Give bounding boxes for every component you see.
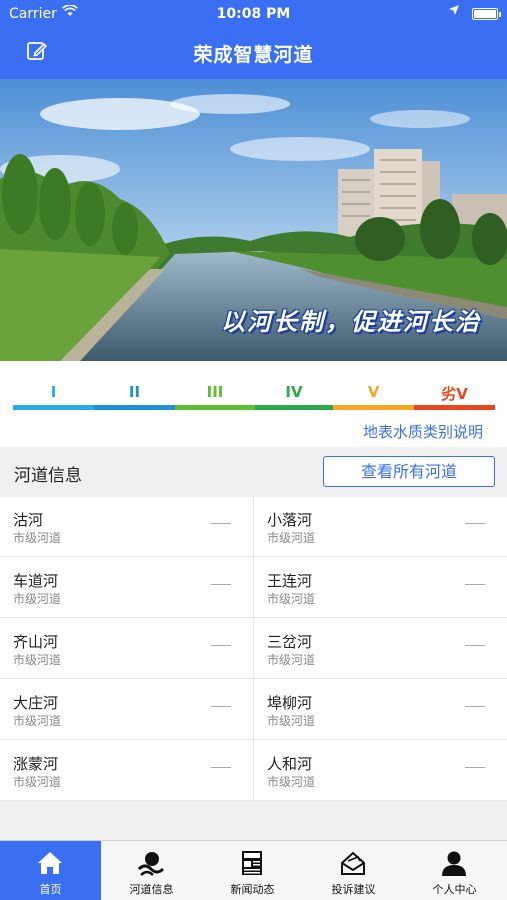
river-name: 小落河 [267, 511, 313, 529]
banner-image[interactable]: 以河长制，促进河长治 [0, 79, 507, 361]
tab-complaint[interactable]: 投诉建议 [303, 841, 404, 900]
river-name: 大庄河 [13, 694, 59, 712]
view-all-rivers-button[interactable]: 查看所有河道 [323, 456, 495, 487]
water-quality-placeholder [465, 523, 485, 524]
water-quality-placeholder [465, 584, 485, 585]
river-name: 车道河 [13, 572, 59, 590]
river-name: 沽河 [13, 511, 44, 529]
tab-bar: 首页 河道信息 新闻动态 投诉建议 个人中心 [0, 840, 507, 900]
complaint-icon [341, 851, 365, 875]
section-title: 河道信息 [14, 466, 82, 486]
water-level-bar [94, 405, 175, 410]
river-card[interactable]: 大庄河 市级河道 [0, 680, 253, 740]
water-quality-placeholder [211, 523, 231, 524]
user-icon [442, 851, 466, 876]
water-quality-placeholder [211, 706, 231, 707]
river-card[interactable]: 王连河 市级河道 [254, 558, 507, 618]
river-name: 三岔河 [267, 633, 313, 651]
river-level: 市级河道 [267, 714, 316, 728]
river-card[interactable]: 人和河 市级河道 [254, 741, 507, 801]
water-level-label: II [128, 383, 141, 401]
water-quality-placeholder [211, 584, 231, 585]
banner-slogan: 以河长制，促进河长治 [221, 307, 481, 336]
water-level-label: I [50, 383, 57, 401]
water-quality-explanation-link[interactable]: 地表水质类别说明 [363, 421, 483, 442]
water-quality-legend: I II III IV V 劣V 地表水质类别说明 [0, 361, 507, 447]
tab-home[interactable]: 首页 [0, 841, 101, 900]
water-level-label: III [206, 383, 224, 401]
app-screen: Carrier 10:08 PM 荣成智慧河道 以河长制，促进河长治 I II … [0, 0, 507, 900]
water-quality-placeholder [211, 767, 231, 768]
grid-divider [253, 497, 254, 801]
water-level-bar [414, 405, 495, 410]
water-quality-placeholder [465, 706, 485, 707]
river-level: 市级河道 [13, 531, 62, 545]
water-quality-placeholder [211, 645, 231, 646]
clock: 10:08 PM [216, 6, 291, 22]
river-level: 市级河道 [267, 592, 316, 606]
water-level-bar [333, 405, 414, 410]
water-level-label: 劣V [441, 385, 468, 403]
tab-label: 新闻动态 [230, 883, 275, 896]
tab-label: 河道信息 [129, 883, 174, 896]
river-card[interactable]: 涨蒙河 市级河道 [0, 741, 253, 801]
river-name: 齐山河 [13, 633, 59, 651]
battery-icon [472, 8, 501, 20]
home-icon [38, 852, 62, 874]
news-icon [242, 851, 262, 875]
water-level-label: V [367, 383, 380, 401]
river-level: 市级河道 [13, 653, 62, 667]
river-level: 市级河道 [13, 775, 62, 789]
water-quality-placeholder [465, 767, 485, 768]
tab-river-info[interactable]: 河道信息 [101, 841, 202, 900]
river-level: 市级河道 [267, 531, 316, 545]
water-level-bar [255, 405, 333, 410]
tab-news[interactable]: 新闻动态 [202, 841, 303, 900]
water-quality-placeholder [465, 645, 485, 646]
river-level: 市级河道 [267, 775, 316, 789]
river-card[interactable]: 埠柳河 市级河道 [254, 680, 507, 740]
river-name: 人和河 [267, 755, 313, 773]
tab-label: 个人中心 [432, 883, 477, 896]
river-card[interactable]: 三岔河 市级河道 [254, 619, 507, 679]
status-bar: Carrier 10:08 PM [0, 0, 507, 28]
tab-label: 首页 [39, 883, 62, 896]
location-arrow-icon [449, 5, 459, 18]
tab-profile[interactable]: 个人中心 [404, 841, 505, 900]
river-name: 王连河 [267, 572, 313, 590]
river-level: 市级河道 [13, 714, 62, 728]
page-title: 荣成智慧河道 [193, 44, 314, 66]
water-level-bar [175, 405, 255, 410]
river-card[interactable]: 齐山河 市级河道 [0, 619, 253, 679]
water-level-label: IV [285, 383, 303, 401]
river-level: 市级河道 [267, 653, 316, 667]
top-bar: Carrier 10:08 PM 荣成智慧河道 [0, 0, 507, 79]
river-card[interactable]: 车道河 市级河道 [0, 558, 253, 618]
river-card[interactable]: 沽河 市级河道 [0, 497, 253, 557]
river-card[interactable]: 小落河 市级河道 [254, 497, 507, 557]
river-level: 市级河道 [13, 592, 62, 606]
river-info-icon [137, 852, 165, 876]
water-level-bar [13, 405, 94, 410]
tab-label: 投诉建议 [331, 883, 376, 896]
river-name: 涨蒙河 [13, 755, 59, 773]
river-name: 埠柳河 [267, 694, 313, 712]
rivers-section-header: 河道信息 查看所有河道 [0, 447, 507, 497]
